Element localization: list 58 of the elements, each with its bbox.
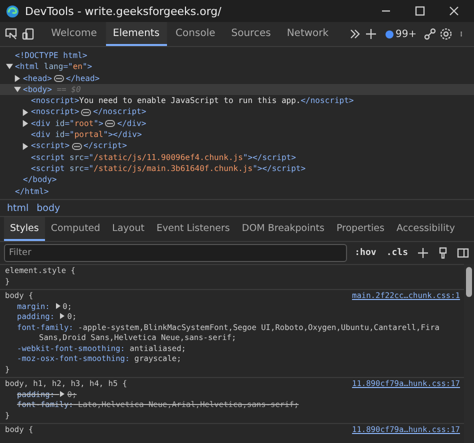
device-icon[interactable] <box>20 27 35 41</box>
markup-text[interactable]: <script src="/static/js/main.3b61640f.chunk.js"></script> <box>31 162 306 174</box>
markup-text[interactable]: <!DOCTYPE html> <box>15 50 88 62</box>
panel-tab[interactable]: Sources <box>224 22 278 46</box>
node-marker: == $0 <box>56 84 81 96</box>
markup-text[interactable]: <script src="/static/js/11.90096ef4.chunk.js"></script> <box>31 152 296 163</box>
panel-tab[interactable]: Event Listeners <box>150 217 236 241</box>
panel-tab[interactable]: Accessibility <box>390 217 461 241</box>
closing-tag: </head> <box>66 72 100 84</box>
markup-text[interactable]: <noscript> <box>31 106 80 118</box>
panel-tab[interactable]: Console <box>168 22 222 46</box>
panel-tab[interactable]: DOM Breakpoints <box>236 217 330 241</box>
selected-row[interactable]: <body> == $0 <box>0 84 474 96</box>
inspect-icon[interactable] <box>4 27 18 41</box>
plus-icon[interactable] <box>364 27 378 41</box>
maximize-icon[interactable] <box>413 4 427 18</box>
panel-tab[interactable]: Styles <box>4 217 45 241</box>
closing-tag: </script> <box>84 140 127 152</box>
hover-state-button[interactable]: :hov <box>352 248 378 258</box>
ellipsis-icon[interactable] <box>54 74 64 82</box>
breadcrumb[interactable]: body <box>36 202 60 214</box>
window-title: DevTools - write.geeksforgeeks.org/ <box>25 4 222 18</box>
markup-text[interactable]: <body> <box>23 84 52 96</box>
class-button[interactable]: .cls <box>384 248 410 258</box>
closing-tag: </body> <box>23 174 57 186</box>
expand-triangle-icon[interactable] <box>59 390 66 396</box>
panel-tab[interactable]: Elements <box>106 22 167 46</box>
panel-tab[interactable]: Network <box>280 22 336 46</box>
markup-text[interactable]: <div id="root"> <box>31 118 104 130</box>
collapsed-triangle-icon[interactable] <box>22 142 29 150</box>
panel-tab[interactable]: Properties <box>330 217 390 241</box>
markup-text[interactable]: <html lang="en"> <box>15 61 92 73</box>
filter-field[interactable]: Filter <box>4 244 347 262</box>
markup-text[interactable]: <div id="portal"></div> <box>31 129 142 140</box>
connection-icon[interactable] <box>422 27 437 41</box>
issues-badge[interactable]: 99+ <box>380 22 421 46</box>
expanded-triangle-icon[interactable] <box>6 63 13 70</box>
closing-tag: </div> <box>117 118 146 130</box>
closing-tag: </html> <box>15 186 49 197</box>
ellipsis-icon[interactable] <box>105 120 116 127</box>
breadcrumb[interactable]: html <box>7 202 29 214</box>
collapsed-triangle-icon[interactable] <box>14 74 21 82</box>
markup-text[interactable]: <head> <box>23 72 52 84</box>
settings-icon[interactable] <box>439 27 454 41</box>
expanded-triangle-icon[interactable] <box>14 86 21 94</box>
closing-tag: </noscript> <box>93 106 146 118</box>
close-icon[interactable] <box>447 4 461 18</box>
markup-text[interactable]: <noscript>You need to enable JavaScript to run this app.</noscript> <box>31 95 354 106</box>
plus-icon[interactable] <box>416 246 430 260</box>
markup-text[interactable]: <script> <box>31 140 70 152</box>
ellipsis-icon[interactable] <box>72 142 82 150</box>
more-tabs-icon[interactable] <box>348 27 362 41</box>
panel-tab[interactable]: Welcome <box>44 22 104 46</box>
panel-tab[interactable]: Layout <box>106 217 150 241</box>
panel-tab[interactable]: Computed <box>44 217 106 241</box>
ellipsis-icon[interactable] <box>81 108 92 116</box>
browser-logo-icon <box>6 4 19 18</box>
sidebar-toggle-icon[interactable] <box>456 246 470 260</box>
